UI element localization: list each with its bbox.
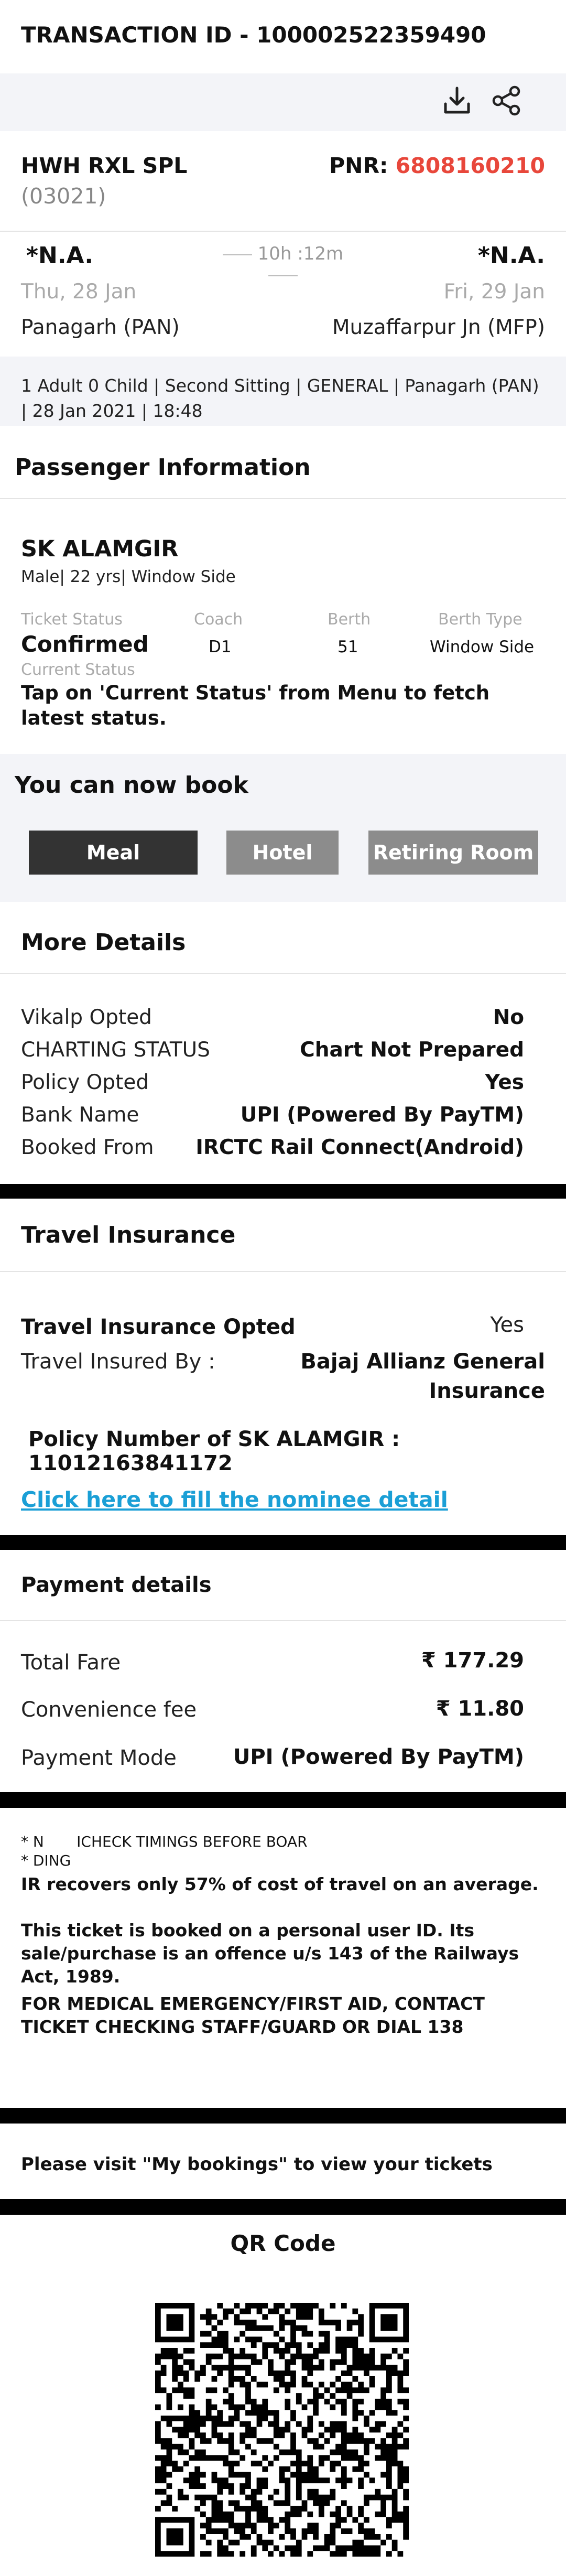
- divider: [0, 231, 566, 232]
- convenience-fee-label: Convenience fee: [21, 1698, 197, 1722]
- note-personal-id: This ticket is booked on a personal user…: [21, 1920, 519, 1987]
- policy-opted-label: Policy Opted: [21, 1071, 149, 1094]
- qr-title: QR Code: [230, 2230, 336, 2256]
- share-icon[interactable]: [489, 84, 523, 117]
- pnr-number: 6808160210: [395, 153, 545, 178]
- pnr: PNR: 6808160210: [329, 153, 545, 178]
- vikalp-label: Vikalp Opted: [21, 1006, 152, 1029]
- berth-label: Berth: [328, 610, 371, 629]
- ticket-status-label: Ticket Status: [21, 610, 123, 629]
- from-station: Panagarh (PAN): [21, 316, 180, 339]
- divider: [0, 498, 566, 499]
- total-fare-label: Total Fare: [21, 1651, 121, 1675]
- section-separator: [0, 1535, 566, 1550]
- download-icon[interactable]: [440, 84, 474, 117]
- transaction-id: TRANSACTION ID - 100002522359490: [21, 22, 486, 48]
- divider: [0, 1620, 566, 1621]
- insurance-title: Travel Insurance: [21, 1222, 236, 1248]
- arrival-time: *N.A.: [477, 242, 545, 269]
- coach-label: Coach: [194, 610, 243, 629]
- duration-text: 10h :12m: [257, 243, 344, 264]
- payment-mode-label: Payment Mode: [21, 1746, 177, 1770]
- insured-by-value-line2: Insurance: [429, 1379, 545, 1403]
- ticket-status: Confirmed: [21, 631, 149, 657]
- hotel-button[interactable]: Hotel: [226, 831, 339, 875]
- insured-by-label: Travel Insured By :: [21, 1350, 215, 1374]
- departure-date: Thu, 28 Jan: [21, 280, 137, 304]
- note-recovery: IR recovers only 57% of cost of travel o…: [21, 1874, 539, 1894]
- toolbar: [0, 73, 566, 131]
- policy-opted-value: Yes: [485, 1071, 524, 1094]
- insurance-opted-label: Travel Insurance Opted: [21, 1315, 296, 1339]
- booked-from-label: Booked From: [21, 1136, 154, 1159]
- passenger-name: SK ALAMGIR: [21, 536, 179, 562]
- berth-type-label: Berth Type: [438, 610, 523, 629]
- passenger-details: Male| 22 yrs| Window Side: [21, 567, 236, 586]
- berth-type: Window Side: [430, 638, 535, 656]
- divider: [0, 1271, 566, 1272]
- to-station: Muzaffarpur Jn (MFP): [332, 316, 545, 339]
- coach: D1: [209, 638, 232, 656]
- current-status: Tap on 'Current Status' from Menu to fet…: [21, 682, 490, 729]
- divider: [0, 973, 566, 974]
- section-separator: [0, 2108, 566, 2124]
- qr-code: [155, 2303, 409, 2557]
- note-medical: FOR MEDICAL EMERGENCY/FIRST AID, CONTACT…: [21, 1993, 485, 2037]
- nominee-link[interactable]: Click here to fill the nominee detail: [21, 1487, 448, 1512]
- passenger-section-title: Passenger Information: [15, 454, 311, 481]
- berth: 51: [338, 638, 358, 656]
- more-details-title: More Details: [21, 929, 186, 956]
- bank-name-label: Bank Name: [21, 1103, 139, 1127]
- note-small-2: * DING: [21, 1852, 71, 1869]
- departure-time: *N.A.: [26, 242, 94, 269]
- vikalp-value: No: [493, 1006, 524, 1029]
- note-small-1: * N ICHECK TIMINGS BEFORE BOAR: [21, 1833, 308, 1850]
- book-title: You can now book: [15, 772, 248, 799]
- policy-number: Policy Number of SK ALAMGIR : 1101216384…: [28, 1427, 400, 1475]
- payment-mode-value: UPI (Powered By PayTM): [233, 1745, 524, 1769]
- section-separator: [0, 1184, 566, 1199]
- retiring-room-button[interactable]: Retiring Room: [368, 831, 538, 875]
- duration: 10h :12m: [210, 243, 356, 285]
- section-separator: [0, 2199, 566, 2215]
- bank-name-value: UPI (Powered By PayTM): [240, 1103, 524, 1127]
- section-separator: [0, 1792, 566, 1808]
- insured-by-value-line1: Bajaj Allianz General: [300, 1350, 545, 1374]
- current-status-label: Current Status: [21, 661, 135, 679]
- charting-status-value: Chart Not Prepared: [300, 1038, 524, 1062]
- booked-from-value: IRCTC Rail Connect(Android): [195, 1136, 524, 1159]
- train-number: (03021): [21, 184, 106, 209]
- bookings-note: Please visit "My bookings" to view your …: [21, 2154, 493, 2175]
- convenience-fee-value: ₹ 11.80: [436, 1697, 524, 1721]
- meal-button[interactable]: Meal: [29, 831, 198, 875]
- journey-summary: 1 Adult 0 Child | Second Sitting | GENER…: [21, 375, 539, 421]
- total-fare-value: ₹ 177.29: [421, 1648, 524, 1673]
- payment-title: Payment details: [21, 1573, 212, 1597]
- charting-status-label: CHARTING STATUS: [21, 1038, 210, 1062]
- train-name: HWH RXL SPL: [21, 153, 188, 178]
- arrival-date: Fri, 29 Jan: [443, 280, 545, 304]
- insurance-opted-value: Yes: [490, 1313, 524, 1337]
- pnr-label: PNR:: [329, 153, 388, 178]
